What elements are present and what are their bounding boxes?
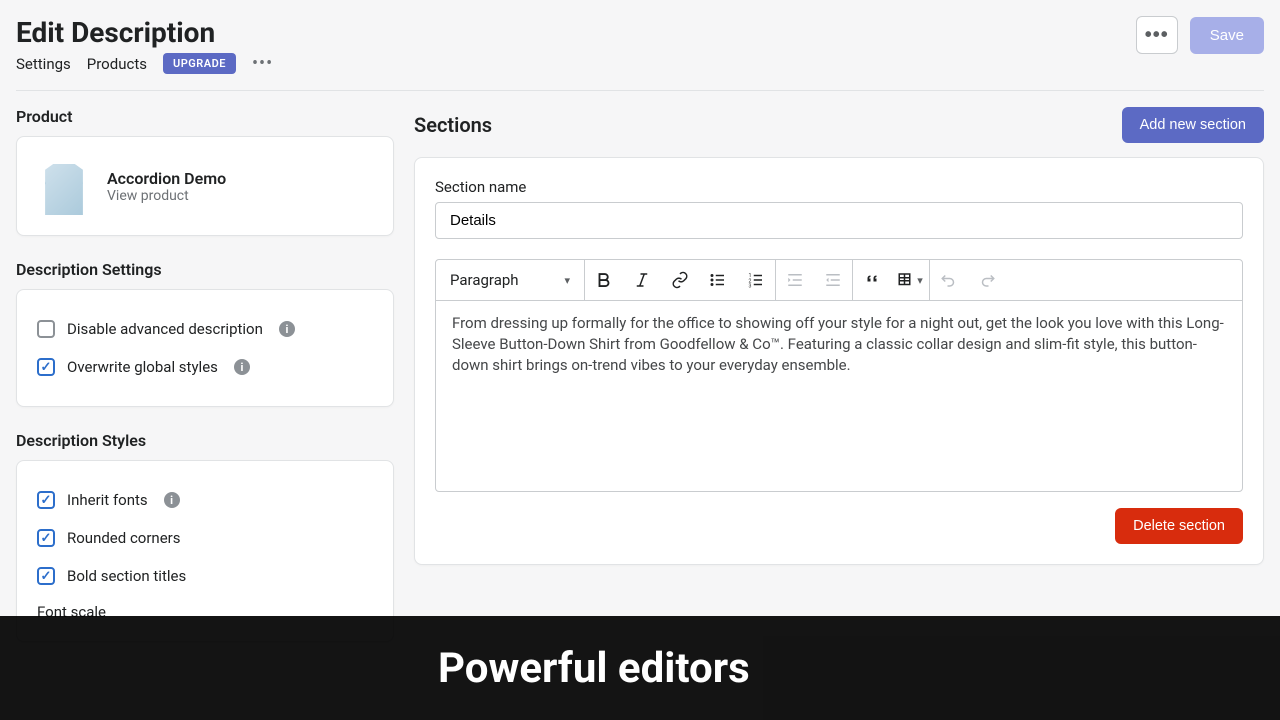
info-icon[interactable]: i — [164, 492, 180, 508]
rounded-corners-checkbox[interactable] — [37, 529, 55, 547]
breadcrumb: Settings Products UPGRADE ••• — [16, 53, 273, 74]
section-name-label: Section name — [435, 178, 1243, 196]
svg-text:3: 3 — [749, 284, 752, 290]
banner-text: Powerful editors — [438, 644, 750, 693]
description-settings-card: Disable advanced description i Overwrite… — [16, 289, 394, 407]
outdent-button[interactable] — [814, 260, 852, 300]
promo-banner: Powerful editors — [0, 616, 1280, 720]
breadcrumb-products[interactable]: Products — [87, 55, 147, 73]
quote-button[interactable] — [853, 260, 891, 300]
product-thumbnail — [37, 157, 91, 215]
breadcrumb-settings[interactable]: Settings — [16, 55, 71, 73]
overwrite-styles-label: Overwrite global styles — [67, 358, 218, 376]
editor-toolbar: Paragraph ▾ 123 — [436, 260, 1242, 301]
link-button[interactable] — [661, 260, 699, 300]
indent-button[interactable] — [776, 260, 814, 300]
description-settings-heading: Description Settings — [16, 260, 394, 279]
rich-text-editor: Paragraph ▾ 123 — [435, 259, 1243, 492]
add-section-button[interactable]: Add new section — [1122, 107, 1264, 143]
description-styles-card: Inherit fonts i Rounded corners Bold sec… — [16, 460, 394, 642]
disable-advanced-label: Disable advanced description — [67, 320, 263, 338]
info-icon[interactable]: i — [279, 321, 295, 337]
bold-titles-checkbox[interactable] — [37, 567, 55, 585]
more-actions-button[interactable]: ••• — [1136, 16, 1178, 54]
save-button[interactable]: Save — [1190, 17, 1264, 54]
numbered-list-button[interactable]: 123 — [737, 260, 775, 300]
product-card[interactable]: Accordion Demo View product — [16, 136, 394, 236]
sections-title: Sections — [414, 113, 492, 137]
bold-button[interactable] — [585, 260, 623, 300]
delete-section-button[interactable]: Delete section — [1115, 508, 1243, 544]
description-styles-heading: Description Styles — [16, 431, 394, 450]
undo-button[interactable] — [930, 260, 968, 300]
format-value: Paragraph — [450, 271, 519, 289]
inherit-fonts-label: Inherit fonts — [67, 491, 148, 509]
upgrade-badge[interactable]: UPGRADE — [163, 53, 236, 74]
info-icon[interactable]: i — [234, 359, 250, 375]
bold-titles-label: Bold section titles — [67, 567, 186, 585]
format-selector[interactable]: Paragraph ▾ — [436, 260, 584, 300]
italic-button[interactable] — [623, 260, 661, 300]
table-button[interactable]: ▾ — [891, 260, 929, 300]
editor-content[interactable]: From dressing up formally for the office… — [436, 301, 1242, 491]
product-name: Accordion Demo — [107, 169, 226, 188]
bullet-list-button[interactable] — [699, 260, 737, 300]
section-name-input[interactable] — [435, 202, 1243, 239]
chevron-down-icon: ▾ — [564, 274, 570, 287]
redo-button[interactable] — [968, 260, 1006, 300]
product-heading: Product — [16, 107, 394, 126]
view-product-link[interactable]: View product — [107, 188, 226, 204]
overwrite-styles-checkbox[interactable] — [37, 358, 55, 376]
rounded-corners-label: Rounded corners — [67, 529, 181, 547]
page-title: Edit Description — [16, 16, 273, 49]
more-menu-icon[interactable]: ••• — [252, 53, 273, 74]
disable-advanced-checkbox[interactable] — [37, 320, 55, 338]
section-card: Section name Paragraph ▾ — [414, 157, 1264, 565]
inherit-fonts-checkbox[interactable] — [37, 491, 55, 509]
page-header: Edit Description Settings Products UPGRA… — [16, 16, 1264, 91]
